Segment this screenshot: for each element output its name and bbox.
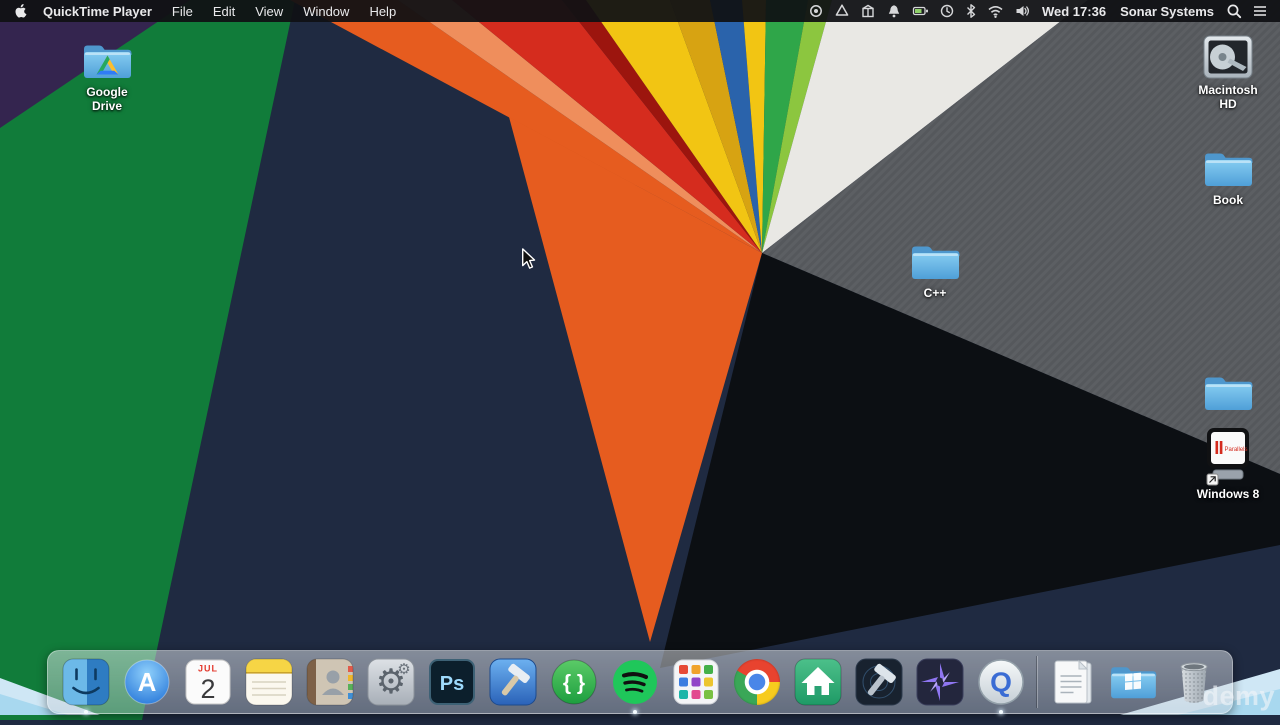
desktop-icon-macintosh-hd[interactable]: Macintosh HD bbox=[1194, 34, 1262, 112]
grid-app-icon bbox=[673, 659, 719, 705]
time-machine-icon[interactable] bbox=[939, 3, 955, 19]
google-drive-folder-icon bbox=[84, 45, 132, 78]
menu-help[interactable]: Help bbox=[359, 4, 406, 19]
dock-quicktime[interactable]: Q bbox=[975, 656, 1027, 714]
menu-file[interactable]: File bbox=[162, 4, 203, 19]
hard-drive-icon bbox=[1203, 35, 1253, 79]
chrome-icon bbox=[734, 659, 780, 705]
wifi-icon[interactable] bbox=[987, 3, 1004, 19]
dock-finder[interactable] bbox=[60, 656, 112, 714]
icon-label: Google Drive bbox=[86, 85, 128, 113]
document-icon bbox=[1054, 659, 1092, 704]
svg-text:Parallels: Parallels bbox=[1225, 447, 1248, 453]
dock-documents[interactable] bbox=[1046, 656, 1098, 708]
contacts-icon bbox=[306, 658, 354, 706]
package-status-icon[interactable] bbox=[860, 3, 876, 19]
xcode-icon bbox=[489, 658, 537, 706]
desktop-icon-cpp[interactable]: C++ bbox=[901, 241, 969, 301]
dock-contacts[interactable] bbox=[304, 656, 356, 708]
svg-text:{ }: { } bbox=[563, 672, 585, 695]
dock-separator bbox=[1036, 656, 1037, 708]
desktop-icon-google-drive[interactable]: Google Drive bbox=[73, 40, 141, 114]
icon-label: Book bbox=[1213, 193, 1243, 207]
apple-menu-icon[interactable] bbox=[14, 3, 27, 19]
menu-clock[interactable]: Wed 17:36 bbox=[1040, 4, 1108, 19]
watermark: demy bbox=[1202, 681, 1275, 711]
quicktime-icon: Q bbox=[978, 659, 1024, 705]
menu-bar: QuickTime Player File Edit View Window H… bbox=[0, 0, 1280, 22]
svg-text:⚙: ⚙ bbox=[397, 661, 410, 678]
dock-calendar[interactable]: JUL 2 bbox=[182, 656, 234, 708]
dock-system-preferences[interactable]: ⚙ ⚙ bbox=[365, 656, 417, 708]
screen-recording-icon[interactable] bbox=[808, 3, 824, 19]
dock-spotify[interactable] bbox=[609, 656, 661, 714]
windows-folder-icon bbox=[1111, 667, 1157, 699]
icon-label: Macintosh HD bbox=[1198, 83, 1258, 111]
spotify-icon bbox=[613, 660, 657, 704]
volume-icon[interactable] bbox=[1014, 3, 1030, 19]
dock-grid-app[interactable] bbox=[670, 656, 722, 708]
bluetooth-icon[interactable] bbox=[965, 3, 977, 19]
home-app-icon bbox=[794, 658, 842, 706]
calendar-icon: JUL 2 bbox=[185, 659, 231, 705]
system-preferences-icon: ⚙ ⚙ bbox=[367, 658, 415, 706]
icon-label: C++ bbox=[923, 286, 947, 300]
folder-icon bbox=[912, 246, 960, 279]
dock-photoshop[interactable]: Ps bbox=[426, 656, 478, 708]
desktop-icon-folder[interactable] bbox=[1194, 372, 1262, 418]
mouse-cursor bbox=[521, 248, 536, 275]
dock-star-app[interactable] bbox=[914, 656, 966, 708]
notes-icon bbox=[245, 658, 293, 706]
dock-code-braces[interactable]: { } bbox=[548, 656, 600, 708]
dock-windows-folder[interactable] bbox=[1107, 656, 1159, 708]
svg-text:A: A bbox=[138, 667, 157, 697]
icon-label: Windows 8 bbox=[1196, 487, 1260, 501]
desktop-icon-windows8[interactable]: Parallels Windows 8 bbox=[1194, 428, 1262, 502]
dock-xcode[interactable] bbox=[487, 656, 539, 708]
parallels-alias-icon: Parallels bbox=[1206, 428, 1249, 486]
dock-home-app[interactable] bbox=[792, 656, 844, 708]
user-menu[interactable]: Sonar Systems bbox=[1118, 4, 1216, 19]
notification-center-icon[interactable] bbox=[1252, 4, 1268, 18]
folder-icon bbox=[1205, 377, 1253, 410]
battery-icon[interactable] bbox=[912, 3, 929, 19]
dock-chrome[interactable] bbox=[731, 656, 783, 708]
spotlight-icon[interactable] bbox=[1226, 3, 1242, 19]
folder-icon bbox=[1205, 153, 1253, 186]
xcode-dark-icon bbox=[855, 658, 903, 706]
svg-text:2: 2 bbox=[200, 674, 215, 704]
desktop-wallpaper bbox=[0, 0, 1280, 720]
photoshop-icon: Ps bbox=[429, 659, 475, 705]
menu-edit[interactable]: Edit bbox=[203, 4, 245, 19]
dock-xcode-dark[interactable] bbox=[853, 656, 905, 708]
dock-notes[interactable] bbox=[243, 656, 295, 708]
google-drive-status-icon[interactable] bbox=[834, 3, 850, 19]
star-app-icon bbox=[916, 658, 964, 706]
svg-text:Ps: Ps bbox=[440, 673, 464, 695]
desktop-icon-book[interactable]: Book bbox=[1194, 148, 1262, 208]
svg-text:Q: Q bbox=[990, 667, 1012, 698]
dock: A JUL 2 ⚙ ⚙ Ps {} Q bbox=[47, 650, 1233, 714]
menu-window[interactable]: Window bbox=[293, 4, 359, 19]
app-store-icon: A bbox=[124, 659, 170, 705]
finder-icon bbox=[62, 658, 110, 706]
menu-view[interactable]: View bbox=[245, 4, 293, 19]
menu-app-name[interactable]: QuickTime Player bbox=[33, 4, 162, 19]
bell-icon[interactable] bbox=[886, 3, 902, 19]
code-braces-icon: { } bbox=[551, 659, 597, 705]
dock-app-store[interactable]: A bbox=[121, 656, 173, 708]
svg-text:JUL: JUL bbox=[198, 664, 218, 674]
